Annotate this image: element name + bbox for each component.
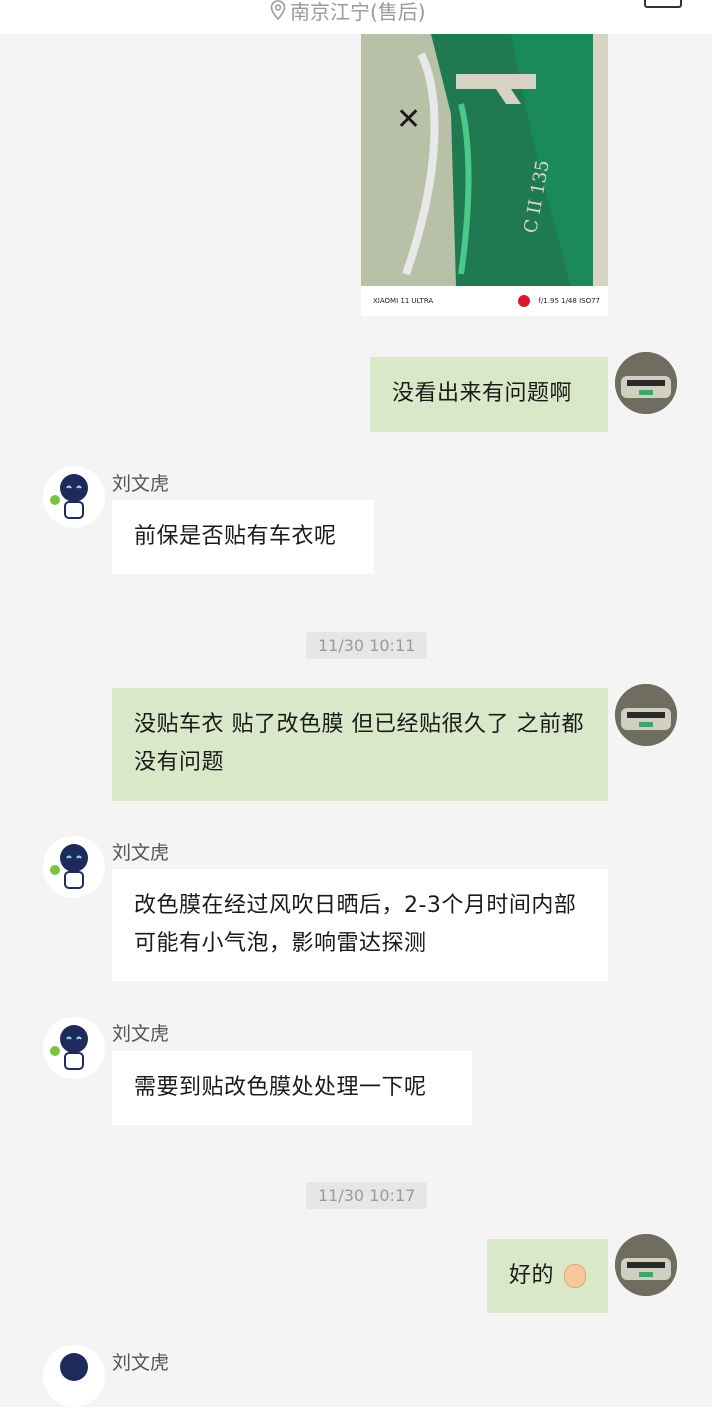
location-text: 南京江宁(售后): [290, 0, 426, 24]
timestamp: 11/30 10:17: [306, 1182, 428, 1209]
top-bar: 南京江宁(售后): [0, 0, 712, 34]
agent-message-bubble[interactable]: 前保是否贴有车衣呢: [112, 500, 374, 574]
agent-message-bubble[interactable]: 改色膜在经过风吹日晒后，2-3个月时间内部可能有小气泡，影响雷达探测: [112, 869, 608, 981]
exif-info-wrap: f/1.95 1/48 ISO77: [518, 295, 600, 307]
message-text: 改色膜在经过风吹日晒后，2-3个月时间内部可能有小气泡，影响雷达探测: [134, 893, 577, 956]
car-avatar-image: [615, 1234, 677, 1296]
message-text: 没贴车衣 贴了改色膜 但已经贴很久了 之前都没有问题: [134, 712, 584, 775]
message-text: 没看出来有问题啊: [392, 381, 573, 406]
agent-message-bubble[interactable]: 需要到贴改色膜处处理一下呢: [112, 1051, 472, 1125]
car-avatar-image: [615, 684, 677, 746]
robot-avatar-icon: [50, 474, 88, 519]
ok-hand-emoji-icon: [563, 1264, 586, 1288]
leica-logo-icon: [518, 295, 531, 307]
robot-avatar-icon: [60, 1353, 88, 1381]
agent-avatar[interactable]: [43, 836, 105, 898]
location-label[interactable]: 南京江宁(售后): [270, 0, 426, 25]
photo-watermark: XIAOMI 11 ULTRA f/1.95 1/48 ISO77: [361, 286, 608, 316]
my-message-bubble[interactable]: 没看出来有问题啊: [370, 357, 608, 432]
sender-name: 刘文虎: [112, 842, 170, 864]
my-message-bubble[interactable]: 好的: [487, 1239, 608, 1313]
sender-name: 刘文虎: [112, 473, 170, 495]
agent-avatar[interactable]: [43, 1017, 105, 1079]
robot-avatar-icon: [50, 844, 88, 889]
camera-model: XIAOMI 11 ULTRA: [373, 297, 434, 305]
message-text: 前保是否贴有车衣呢: [134, 524, 337, 549]
robot-avatar-icon: [50, 1025, 88, 1070]
agent-avatar[interactable]: [43, 1345, 105, 1407]
exif-info: f/1.95 1/48 ISO77: [538, 297, 600, 305]
my-avatar[interactable]: [615, 684, 677, 746]
shared-photo[interactable]: ✕ C II 135 XIAOMI 11 ULTRA f/1.95 1/48 I…: [361, 34, 608, 316]
sender-name: 刘文虎: [112, 1023, 170, 1045]
menu-icon[interactable]: [644, 0, 682, 8]
message-text: 好的: [509, 1263, 555, 1288]
timestamp: 11/30 10:11: [306, 632, 428, 659]
my-avatar[interactable]: [615, 352, 677, 414]
message-text: 需要到贴改色膜处处理一下呢: [134, 1075, 427, 1100]
svg-text:✕: ✕: [396, 102, 421, 137]
agent-avatar[interactable]: [43, 466, 105, 528]
sender-name: 刘文虎: [112, 1352, 170, 1374]
location-pin-icon: [270, 0, 286, 20]
car-avatar-image: [615, 352, 677, 414]
my-avatar[interactable]: [615, 1234, 677, 1296]
car-photo-image: ✕ C II 135: [361, 34, 608, 286]
my-message-bubble[interactable]: 没贴车衣 贴了改色膜 但已经贴很久了 之前都没有问题: [112, 688, 608, 801]
